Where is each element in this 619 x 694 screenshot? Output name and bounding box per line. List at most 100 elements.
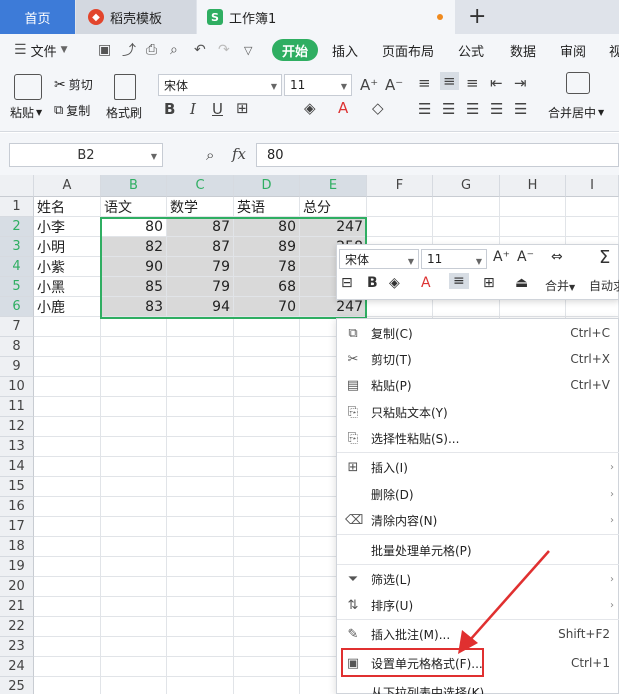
table-cell[interactable] — [500, 197, 566, 217]
table-cell[interactable] — [167, 577, 234, 597]
align-left-icon[interactable]: ☰ — [418, 100, 431, 118]
table-cell[interactable] — [101, 617, 167, 637]
table-cell[interactable]: 英语 — [234, 197, 300, 217]
table-cell[interactable]: 80 — [234, 217, 300, 237]
menu-item-copy[interactable]: ⧉ 复制(C) Ctrl+C — [337, 320, 619, 346]
table-cell[interactable] — [167, 437, 234, 457]
table-cell[interactable] — [167, 597, 234, 617]
table-cell[interactable] — [167, 677, 234, 694]
table-cell[interactable]: 78 — [234, 257, 300, 277]
menu-item-delete[interactable]: 删除(D) › — [337, 481, 619, 507]
format-painter-icon[interactable] — [114, 74, 136, 100]
table-cell[interactable] — [167, 417, 234, 437]
table-cell[interactable] — [101, 557, 167, 577]
row-header[interactable]: 15 — [0, 477, 34, 497]
row-header[interactable]: 20 — [0, 577, 34, 597]
table-cell[interactable] — [34, 437, 101, 457]
table-cell[interactable]: 79 — [167, 257, 234, 277]
table-cell[interactable] — [234, 317, 300, 337]
menu-item-insert[interactable]: ⊞ 插入(I) › — [337, 454, 619, 480]
table-cell[interactable] — [433, 197, 500, 217]
table-cell[interactable] — [234, 457, 300, 477]
table-cell[interactable]: 83 — [101, 297, 167, 317]
column-header-i[interactable]: I — [566, 175, 619, 197]
paste-button[interactable]: 粘贴 ▼ — [10, 104, 42, 121]
copy-button[interactable]: ⧉ 复制 — [54, 102, 90, 119]
table-cell[interactable]: 87 — [167, 217, 234, 237]
tab-daoke-templates[interactable]: ◆ 稻壳模板 — [76, 0, 196, 34]
table-cell[interactable] — [101, 677, 167, 694]
merge-cells-icon[interactable] — [566, 72, 590, 94]
cut-button[interactable]: ✂ 剪切 — [54, 76, 93, 93]
table-cell[interactable] — [34, 417, 101, 437]
cell-style-icon[interactable]: ⊟ — [341, 275, 353, 291]
table-cell[interactable] — [101, 597, 167, 617]
align-center-icon[interactable]: ☰ — [442, 100, 455, 118]
table-cell[interactable] — [234, 357, 300, 377]
table-cell[interactable] — [101, 497, 167, 517]
table-cell[interactable] — [433, 297, 500, 317]
fx-label[interactable]: fx — [232, 145, 246, 163]
table-cell[interactable]: 82 — [101, 237, 167, 257]
table-cell[interactable] — [34, 457, 101, 477]
column-header-g[interactable]: G — [433, 175, 500, 197]
table-cell[interactable]: 247 — [300, 297, 367, 317]
column-header-b[interactable]: B — [101, 175, 167, 197]
select-all-corner[interactable] — [0, 175, 34, 197]
menu-item-sort[interactable]: ⇅ 排序(U) › — [337, 592, 619, 618]
row-header[interactable]: 24 — [0, 657, 34, 677]
font-name-select[interactable]: 宋体 ▼ — [158, 74, 282, 96]
table-cell[interactable] — [167, 617, 234, 637]
table-cell[interactable] — [234, 397, 300, 417]
table-cell[interactable] — [167, 337, 234, 357]
table-cell[interactable]: 小明 — [34, 237, 101, 257]
row-header[interactable]: 10 — [0, 377, 34, 397]
table-cell[interactable] — [101, 397, 167, 417]
row-header[interactable]: 7 — [0, 317, 34, 337]
row-header[interactable]: 6 — [0, 297, 34, 317]
table-cell[interactable] — [101, 437, 167, 457]
mini-font-name-select[interactable]: 宋体 ▼ — [339, 249, 419, 269]
column-header-h[interactable]: H — [500, 175, 566, 197]
table-cell[interactable] — [234, 677, 300, 694]
table-cell[interactable] — [101, 657, 167, 677]
row-header[interactable]: 12 — [0, 417, 34, 437]
bold-icon[interactable]: B — [367, 275, 378, 291]
table-cell[interactable] — [167, 537, 234, 557]
table-cell[interactable] — [167, 317, 234, 337]
row-header[interactable]: 4 — [0, 257, 34, 277]
table-cell[interactable]: 小李 — [34, 217, 101, 237]
table-cell[interactable] — [167, 397, 234, 417]
merge-center-button[interactable]: 合并居中 ▼ — [548, 104, 604, 121]
tab-workbook[interactable]: S 工作簿1 — [197, 0, 455, 34]
row-header[interactable]: 16 — [0, 497, 34, 517]
table-cell[interactable] — [101, 577, 167, 597]
align-bottom-icon[interactable]: ≡ — [466, 74, 479, 92]
row-header[interactable]: 5 — [0, 277, 34, 297]
table-cell[interactable] — [34, 317, 101, 337]
table-cell[interactable] — [101, 417, 167, 437]
table-cell[interactable] — [34, 617, 101, 637]
table-cell[interactable] — [234, 577, 300, 597]
table-cell[interactable] — [101, 337, 167, 357]
table-cell[interactable]: 247 — [300, 217, 367, 237]
table-cell[interactable]: 87 — [167, 237, 234, 257]
row-header[interactable]: 1 — [0, 197, 34, 217]
table-cell[interactable] — [167, 497, 234, 517]
menu-item-pick-list[interactable]: 从下拉列表中选择(K)... — [337, 679, 619, 694]
align-top-icon[interactable]: ≡ — [418, 74, 431, 92]
table-cell[interactable] — [34, 657, 101, 677]
italic-icon[interactable]: I — [190, 100, 196, 118]
table-cell[interactable] — [101, 537, 167, 557]
file-menu[interactable]: ☰ 文件 ▼ — [14, 34, 68, 66]
borders-icon[interactable]: ⊞ — [236, 99, 249, 117]
table-cell[interactable] — [167, 377, 234, 397]
fill-color-icon[interactable]: ◈ — [389, 275, 400, 291]
table-cell[interactable]: 小黑 — [34, 277, 101, 297]
align-middle-icon[interactable]: ≡ — [440, 72, 459, 90]
export-icon[interactable]: ⤴ — [122, 34, 136, 66]
column-header-a[interactable]: A — [34, 175, 101, 197]
table-cell[interactable] — [34, 377, 101, 397]
decrease-font-icon[interactable]: A⁻ — [517, 249, 534, 265]
table-cell[interactable]: 小鹿 — [34, 297, 101, 317]
